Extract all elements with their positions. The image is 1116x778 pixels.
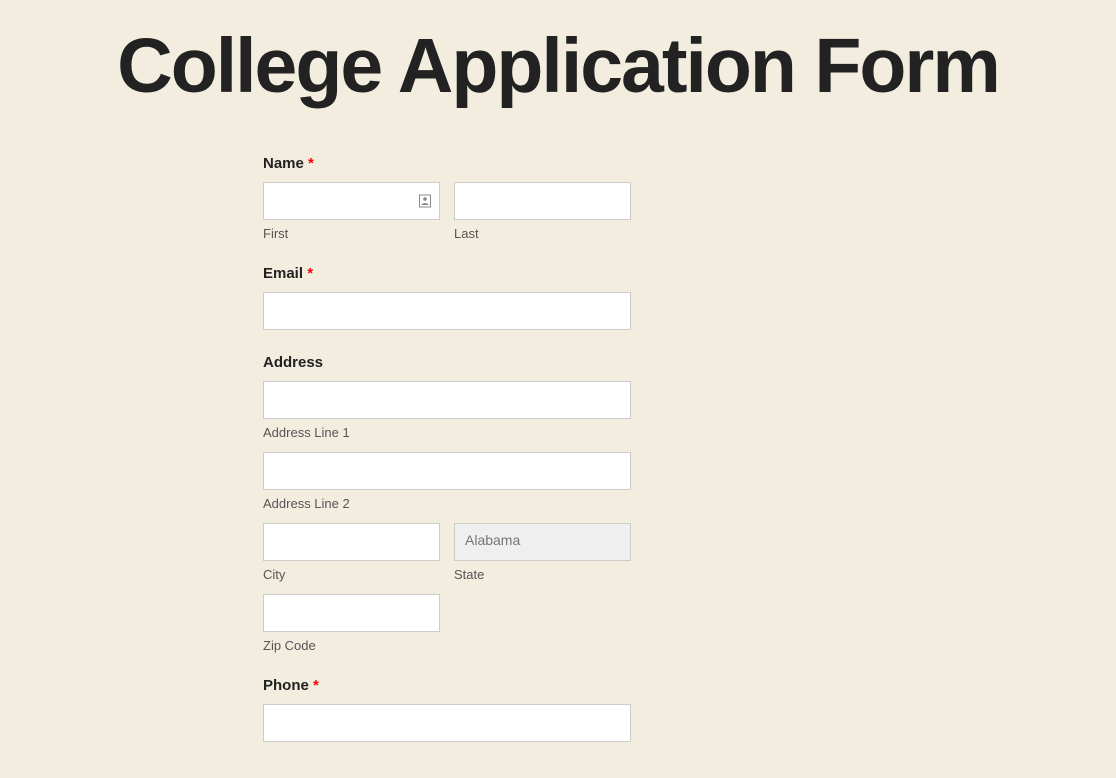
city-input[interactable] [263, 523, 440, 561]
name-field-group: Name * First Las [263, 155, 631, 241]
required-asterisk: * [313, 677, 319, 694]
email-field-group: Email * [263, 265, 631, 330]
email-label: Email * [263, 265, 631, 282]
page-title: College Application Form [0, 28, 1116, 105]
zip-sublabel: Zip Code [263, 638, 440, 653]
required-asterisk: * [307, 265, 313, 282]
address-label: Address [263, 354, 631, 371]
phone-field-group: Phone * [263, 677, 631, 742]
state-select[interactable]: Alabama [454, 523, 631, 561]
email-label-text: Email [263, 265, 303, 282]
zip-input[interactable] [263, 594, 440, 632]
address-line1-sublabel: Address Line 1 [263, 425, 631, 440]
required-asterisk: * [308, 155, 314, 172]
last-name-input[interactable] [454, 182, 631, 220]
phone-label-text: Phone [263, 677, 309, 694]
application-form: Name * First Las [263, 155, 631, 742]
address-field-group: Address Address Line 1 Address Line 2 Ci… [263, 354, 631, 653]
city-sublabel: City [263, 567, 440, 582]
phone-label: Phone * [263, 677, 631, 694]
name-label: Name * [263, 155, 631, 172]
address-line1-input[interactable] [263, 381, 631, 419]
last-name-sublabel: Last [454, 226, 631, 241]
state-sublabel: State [454, 567, 631, 582]
phone-input[interactable] [263, 704, 631, 742]
email-input[interactable] [263, 292, 631, 330]
address-line2-input[interactable] [263, 452, 631, 490]
first-name-sublabel: First [263, 226, 440, 241]
address-line2-sublabel: Address Line 2 [263, 496, 631, 511]
address-label-text: Address [263, 354, 323, 371]
first-name-input[interactable] [263, 182, 440, 220]
name-label-text: Name [263, 155, 304, 172]
